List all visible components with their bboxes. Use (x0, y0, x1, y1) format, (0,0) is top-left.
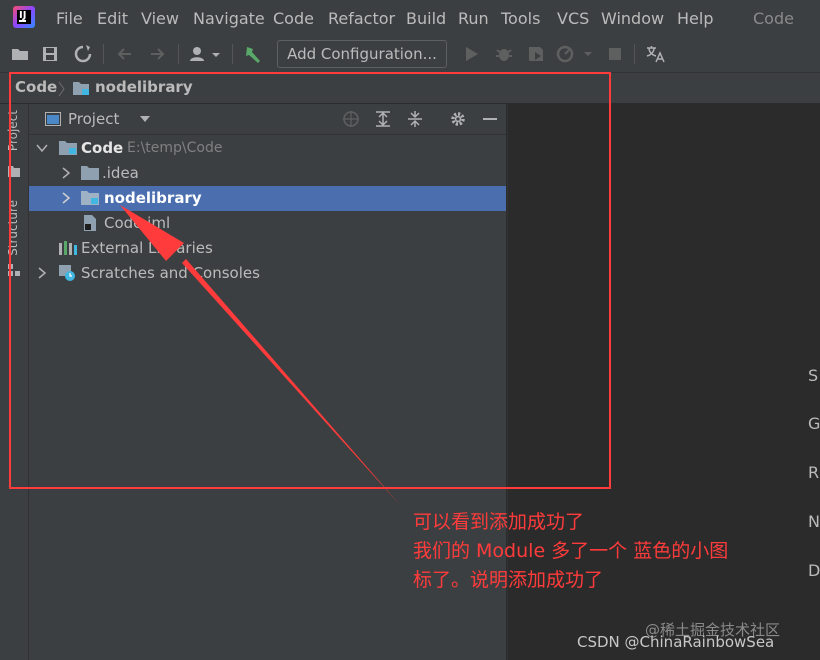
stop-icon[interactable] (605, 44, 625, 64)
annotation-line: 我们的 Module 多了一个 蓝色的小图 (413, 540, 729, 562)
coverage-icon[interactable] (526, 44, 546, 64)
annotation-line: 可以看到添加成功了 (413, 511, 585, 533)
back-arrow-icon[interactable] (115, 44, 135, 64)
menu-tools[interactable]: Tools (501, 9, 540, 28)
intellij-logo-icon[interactable]: IJ (13, 6, 35, 28)
save-icon[interactable] (40, 44, 60, 64)
menu-run[interactable]: Run (458, 9, 489, 28)
menu-refactor[interactable]: Refactor (328, 9, 395, 28)
toolbar-separator (103, 44, 104, 64)
toolbar-separator (634, 44, 635, 64)
menu-vcs[interactable]: VCS (557, 9, 589, 28)
annotation-line: 标了。说明添加成功了 (413, 569, 604, 591)
menu-window[interactable]: Window (601, 9, 664, 28)
main-toolbar: Add Configuration... (0, 36, 820, 73)
run-icon[interactable] (461, 44, 481, 64)
welcome-hint-letter: R (808, 463, 820, 482)
forward-arrow-icon[interactable] (147, 44, 167, 64)
annotation-highlight-box (9, 72, 611, 489)
toolbar-separator (232, 44, 233, 64)
profile-dropdown-icon[interactable] (556, 44, 596, 64)
debug-icon[interactable] (494, 44, 514, 64)
watermark-csdn: CSDN @ChinaRainbowSea (577, 633, 775, 651)
add-configuration-button[interactable]: Add Configuration... (277, 40, 447, 68)
toolbar-separator (178, 44, 179, 64)
menu-code[interactable]: Code (273, 9, 314, 28)
welcome-hint-letter: S (808, 366, 819, 385)
menu-file[interactable]: File (56, 9, 83, 28)
menu-help[interactable]: Help (677, 9, 713, 28)
user-dropdown-icon[interactable] (188, 44, 222, 64)
menu-build[interactable]: Build (406, 9, 446, 28)
menu-bar: IJ File Edit View Navigate Code Refactor… (0, 0, 820, 36)
menu-navigate[interactable]: Navigate (193, 9, 265, 28)
welcome-hint-letter: G (808, 414, 820, 433)
window-project-title: Code (753, 9, 794, 28)
translate-icon[interactable] (645, 44, 665, 64)
menu-view[interactable]: View (141, 9, 179, 28)
build-hammer-icon[interactable] (243, 44, 263, 64)
sync-icon[interactable] (73, 44, 93, 64)
menu-edit[interactable]: Edit (97, 9, 128, 28)
annotation-text: 可以看到添加成功了 我们的 Module 多了一个 蓝色的小图 标了。说明添加成… (413, 508, 813, 595)
open-folder-icon[interactable] (10, 44, 30, 64)
